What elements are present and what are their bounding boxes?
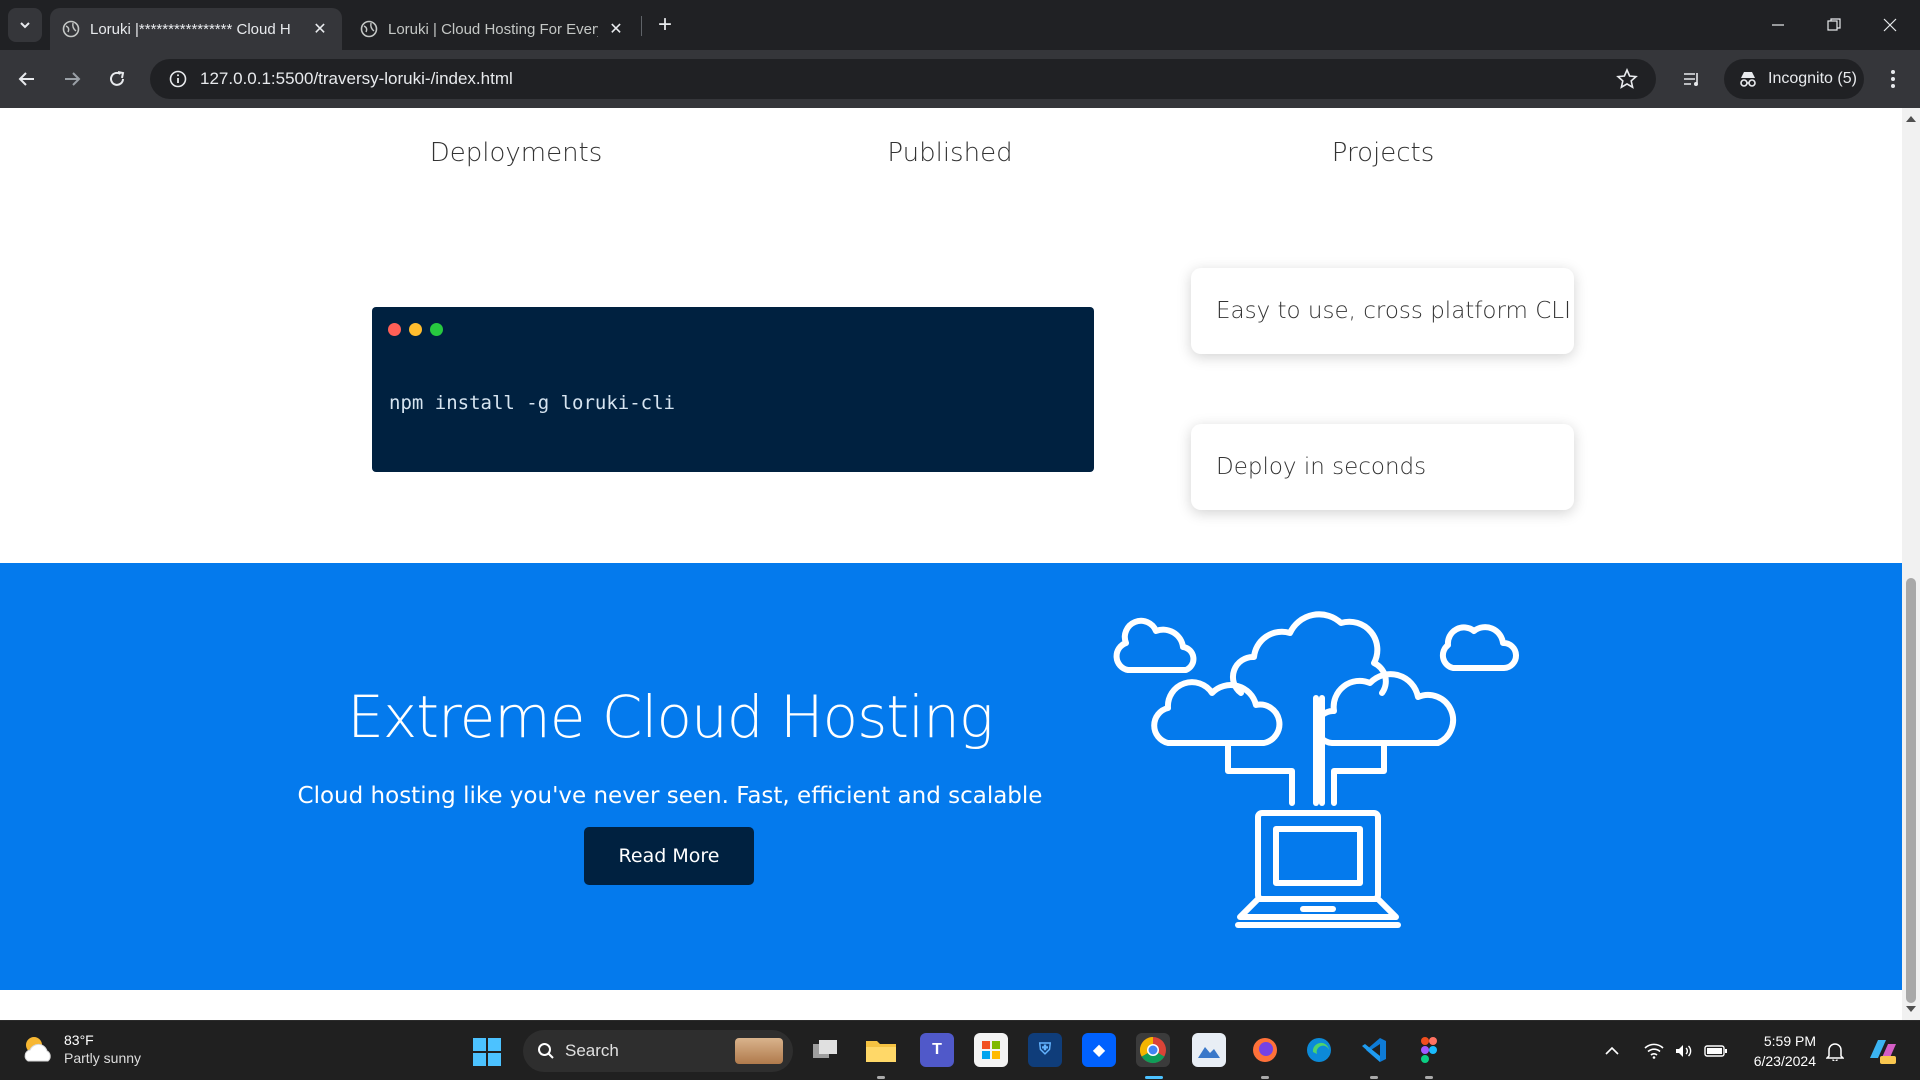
tab-strip: Loruki |**************** Cloud H ✕ Loruk… (0, 0, 1920, 50)
stat-projects: Projects (1331, 138, 1435, 168)
yellow-dot (409, 323, 422, 336)
firefox-icon[interactable] (1248, 1033, 1282, 1067)
media-control-button[interactable] (1675, 62, 1709, 96)
close-icon[interactable]: ✕ (606, 19, 626, 39)
globe-icon (62, 20, 80, 38)
showcase-title: Extreme Cloud Hosting (347, 683, 993, 751)
partly-sunny-icon (24, 1037, 51, 1062)
running-indicator (1425, 1076, 1433, 1079)
back-button[interactable] (10, 62, 44, 96)
minimize-button[interactable] (1750, 0, 1806, 50)
reload-icon (110, 71, 125, 86)
bookmark-star-icon[interactable] (1616, 68, 1638, 90)
arrow-right-icon (65, 72, 81, 86)
edge-icon[interactable] (1302, 1033, 1336, 1067)
reload-button[interactable] (100, 62, 134, 96)
copilot-icon[interactable] (1866, 1021, 1898, 1080)
tab-active[interactable]: Loruki |**************** Cloud H ✕ (50, 8, 342, 50)
chevron-down-icon (20, 22, 30, 29)
clock-time: 5:59 PM (1763, 1033, 1816, 1049)
tab-title: Loruki | Cloud Hosting For Every (388, 20, 598, 38)
feature-text: Easy to use, cross platform CLI (1216, 298, 1571, 324)
clock-date: 6/23/2024 (1753, 1053, 1816, 1069)
running-indicator (1370, 1076, 1378, 1079)
feature-card-deploy: Deploy in seconds (1191, 424, 1574, 510)
stat-published: Published (887, 138, 1013, 168)
figma-icon[interactable] (1412, 1033, 1446, 1067)
page-viewport: Deployments Published Projects npm insta… (0, 108, 1920, 1020)
url-text[interactable]: 127.0.0.1:5500/traversy-loruki-/index.ht… (200, 69, 513, 89)
windows-start-icon[interactable] (472, 1037, 502, 1067)
close-icon (1883, 18, 1897, 32)
showcase-section: Extreme Cloud Hosting Cloud hosting like… (0, 563, 1902, 990)
scroll-up-arrow[interactable] (1906, 116, 1916, 122)
feature-card-cli: Easy to use, cross platform CLI (1191, 268, 1574, 354)
playlist-icon (1684, 73, 1698, 86)
tab-inactive[interactable]: Loruki | Cloud Hosting For Every ✕ (348, 8, 638, 50)
windows-security-icon[interactable]: ⛨ (1028, 1033, 1062, 1067)
globe-icon (360, 20, 378, 38)
site-info-icon[interactable] (158, 70, 198, 88)
browser-toolbar: 127.0.0.1:5500/traversy-loruki-/index.ht… (0, 50, 1920, 108)
teams-icon[interactable]: T (920, 1033, 954, 1067)
microsoft-store-icon[interactable] (974, 1033, 1008, 1067)
volume-icon[interactable] (1674, 1021, 1694, 1080)
forward-button[interactable] (55, 62, 89, 96)
tab-search-button[interactable] (8, 8, 42, 42)
search-icon (538, 1043, 554, 1059)
minimize-icon (1772, 24, 1784, 26)
read-more-button[interactable]: Read More (584, 827, 754, 885)
address-bar[interactable]: 127.0.0.1:5500/traversy-loruki-/index.ht… (150, 59, 1656, 99)
close-window-button[interactable] (1862, 0, 1918, 50)
cloud-computing-illustration (1113, 611, 1519, 928)
wifi-icon[interactable] (1644, 1021, 1664, 1080)
taskbar-search[interactable]: Search (523, 1030, 793, 1072)
restore-button[interactable] (1806, 0, 1862, 50)
show-hidden-icons[interactable] (1604, 1021, 1620, 1080)
arrow-left-icon (18, 72, 34, 86)
scroll-down-arrow[interactable] (1906, 1006, 1916, 1012)
new-tab-button[interactable]: + (650, 10, 680, 40)
page-scrollbar[interactable] (1902, 108, 1920, 1020)
red-dot (388, 323, 401, 336)
incognito-label: Incognito (5) (1768, 70, 1857, 87)
weather-widget[interactable]: 83°F Partly sunny (20, 1031, 141, 1067)
photos-icon[interactable] (1192, 1033, 1226, 1067)
showcase-subtitle: Cloud hosting like you've never seen. Fa… (297, 783, 1043, 809)
scrollbar-thumb[interactable] (1906, 578, 1916, 1003)
notifications-icon[interactable] (1826, 1021, 1844, 1080)
incognito-profile-button[interactable]: Incognito (5) (1724, 59, 1864, 99)
close-icon[interactable]: ✕ (310, 19, 330, 39)
install-command: npm install -g loruki-cli (389, 392, 675, 414)
task-view-icon[interactable] (808, 1033, 842, 1067)
incognito-icon (1740, 72, 1756, 87)
dropbox-icon[interactable]: ◆ (1082, 1033, 1116, 1067)
file-explorer-icon[interactable] (864, 1033, 898, 1067)
search-label: Search (565, 1041, 619, 1060)
tab-title: Loruki |**************** Cloud H (90, 20, 291, 38)
window-dots (388, 323, 443, 336)
running-indicator (877, 1076, 885, 1079)
system-clock[interactable]: 5:59 PM 6/23/2024 (1740, 1031, 1816, 1071)
running-indicator (1261, 1076, 1269, 1079)
battery-icon[interactable] (1704, 1021, 1728, 1080)
chrome-icon[interactable] (1136, 1033, 1170, 1067)
active-indicator (1145, 1076, 1163, 1079)
weather-temp: 83°F (64, 1032, 94, 1048)
vscode-icon[interactable] (1357, 1033, 1391, 1067)
green-dot (430, 323, 443, 336)
feature-text: Deploy in seconds (1216, 454, 1427, 480)
search-highlight-image (735, 1038, 783, 1064)
tab-separator (641, 16, 642, 36)
browser-menu-button[interactable] (1876, 62, 1910, 96)
windows-taskbar: 83°F Partly sunny Search T ⛨ ◆ 5:59 PM 6… (0, 1020, 1920, 1080)
kebab-menu-icon (1891, 70, 1895, 88)
stat-deployments: Deployments (429, 138, 603, 168)
code-box: npm install -g loruki-cli (372, 307, 1094, 472)
restore-icon (1827, 18, 1841, 31)
weather-condition: Partly sunny (64, 1050, 142, 1066)
